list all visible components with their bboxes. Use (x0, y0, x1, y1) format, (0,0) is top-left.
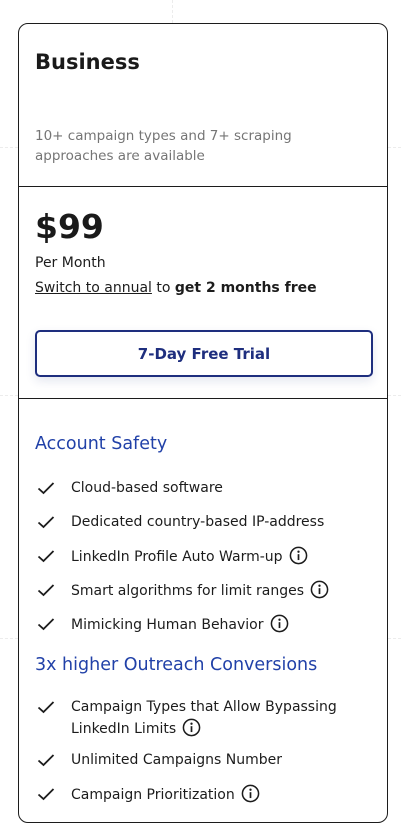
feature-item: Mimicking Human Behavior (37, 614, 356, 636)
free-trial-button[interactable]: 7-Day Free Trial (35, 330, 373, 377)
feature-text: Cloud-based software (71, 480, 223, 496)
info-icon[interactable] (310, 580, 329, 599)
check-icon (37, 482, 55, 495)
section-title-outreach-conversions: 3x higher Outreach Conversions (35, 655, 318, 675)
check-icon (37, 618, 55, 631)
price-section: $99 Per Month Switch to annual to get 2 … (19, 187, 387, 399)
feature-text: Dedicated country-based IP-address (71, 514, 325, 530)
feature-label: Smart algorithms for limit ranges (71, 583, 305, 599)
plan-description: 10+ campaign types and 7+ scraping appro… (35, 128, 292, 164)
billing-period: Per Month (35, 255, 106, 271)
info-icon[interactable] (289, 546, 308, 565)
check-icon (37, 788, 55, 801)
feature-text: LinkedIn Profile Auto Warm-up (71, 546, 356, 568)
feature-text: Campaign Types that Allow Bypassing Link… (71, 697, 341, 740)
annual-offer-bonus: get 2 months free (174, 280, 317, 296)
pricing-card: Business 10+ campaign types and 7+ scrap… (18, 23, 388, 823)
feature-label: LinkedIn Profile Auto Warm-up (71, 549, 283, 565)
feature-item: Dedicated country-based IP-address (37, 512, 356, 533)
feature-text: Smart algorithms for limit ranges (71, 580, 356, 602)
feature-text: Unlimited Campaigns Number (71, 752, 282, 768)
section-title-account-safety: Account Safety (35, 434, 168, 454)
price: $99 (35, 207, 104, 246)
feature-item: Campaign Types that Allow Bypassing Link… (37, 697, 341, 740)
check-icon (37, 754, 55, 767)
annual-offer-connector: to (151, 280, 175, 296)
feature-item: Cloud-based software (37, 478, 356, 499)
switch-to-annual-link[interactable]: Switch to annual (35, 280, 152, 296)
feature-label: Campaign Types that Allow Bypassing Link… (71, 699, 337, 737)
plan-title: Business (35, 50, 140, 74)
annual-offer: Switch to annual to get 2 months free (35, 280, 317, 296)
feature-text: Campaign Prioritization (71, 784, 356, 806)
feature-label: Campaign Prioritization (71, 787, 235, 803)
info-icon[interactable] (270, 614, 289, 633)
feature-item: LinkedIn Profile Auto Warm-up (37, 546, 356, 568)
check-icon (37, 701, 55, 714)
check-icon (37, 516, 55, 529)
plan-header: Business 10+ campaign types and 7+ scrap… (19, 24, 387, 187)
info-icon[interactable] (241, 784, 260, 803)
feature-label: Mimicking Human Behavior (71, 617, 264, 633)
check-icon (37, 584, 55, 597)
check-icon (37, 550, 55, 563)
feature-text: Mimicking Human Behavior (71, 614, 356, 636)
feature-item: Smart algorithms for limit ranges (37, 580, 356, 602)
info-icon[interactable] (182, 718, 201, 737)
feature-item: Campaign Prioritization (37, 784, 356, 806)
feature-item: Unlimited Campaigns Number (37, 750, 356, 771)
